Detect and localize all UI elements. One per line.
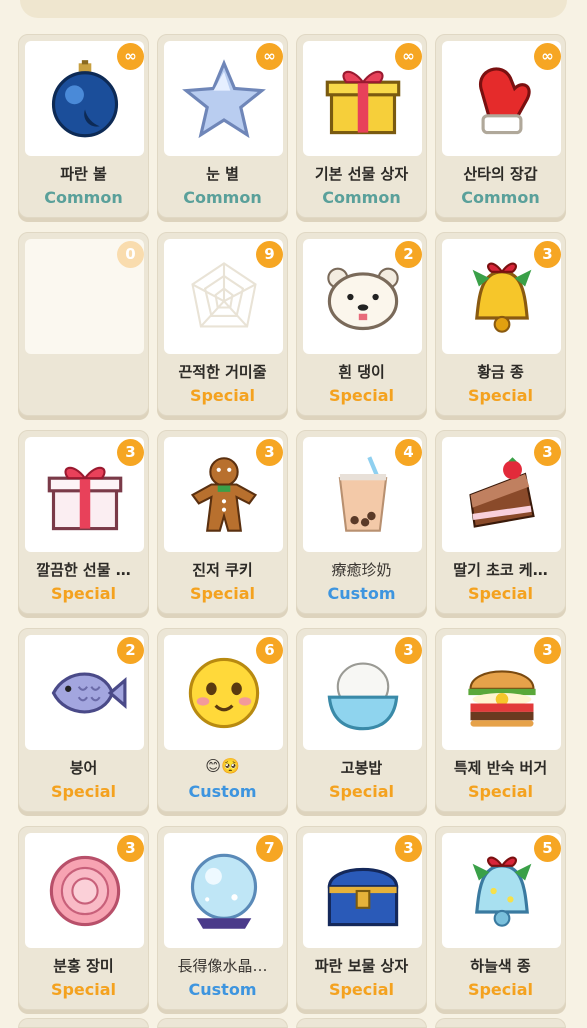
count-badge: ∞ xyxy=(395,43,422,70)
item-name: 붕어 xyxy=(69,759,98,777)
peek-card xyxy=(435,1018,566,1028)
rarity-label: Special xyxy=(467,782,534,801)
item-card[interactable]: 4 療癒珍奶 Custom xyxy=(296,430,427,614)
count-badge: 3 xyxy=(117,835,144,862)
item-name: 깔끔한 선물 … xyxy=(36,561,131,579)
item-card[interactable]: 3 분홍 장미 Special xyxy=(18,826,149,1010)
rarity-label: Special xyxy=(467,980,534,999)
item-name: 진저 쿠키 xyxy=(192,561,253,579)
rarity-label: Special xyxy=(189,584,256,603)
rarity-label: Special xyxy=(50,782,117,801)
rarity-label: Special xyxy=(50,584,117,603)
item-card[interactable]: ∞ 기본 선물 상자 Common xyxy=(296,34,427,218)
item-card[interactable]: ∞ 눈 별 Common xyxy=(157,34,288,218)
item-name: 療癒珍奶 xyxy=(331,561,392,579)
item-card[interactable]: 3 특제 반숙 버거 Special xyxy=(435,628,566,812)
item-name: 😊🥺 xyxy=(205,757,240,775)
count-badge: 3 xyxy=(395,835,422,862)
item-card[interactable]: 2 흰 댕이 Special xyxy=(296,232,427,416)
item-name: 하늘색 종 xyxy=(470,957,531,975)
item-card[interactable]: 3 깔끔한 선물 … Special xyxy=(18,430,149,614)
count-badge: 4 xyxy=(395,439,422,466)
item-card[interactable]: 2 붕어 Special xyxy=(18,628,149,812)
rarity-label: Custom xyxy=(188,782,257,801)
rarity-label: Common xyxy=(461,188,540,207)
count-badge: 3 xyxy=(534,637,561,664)
count-badge: ∞ xyxy=(256,43,283,70)
item-card[interactable]: 3 진저 쿠키 Special xyxy=(157,430,288,614)
top-panel xyxy=(20,0,567,18)
count-badge: 3 xyxy=(534,241,561,268)
item-name: 눈 별 xyxy=(206,165,239,183)
count-badge: 3 xyxy=(534,439,561,466)
item-name: 長得像水晶… xyxy=(177,957,268,975)
item-card[interactable]: 7 長得像水晶… Custom xyxy=(157,826,288,1010)
count-badge: 9 xyxy=(256,241,283,268)
count-badge: 2 xyxy=(117,637,144,664)
count-badge: 3 xyxy=(256,439,283,466)
rarity-label: Special xyxy=(467,584,534,603)
count-badge: 5 xyxy=(534,835,561,862)
rarity-label: Custom xyxy=(327,584,396,603)
count-badge: 6 xyxy=(256,637,283,664)
peek-card xyxy=(157,1018,288,1028)
item-card[interactable]: 3 딸기 초코 케… Special xyxy=(435,430,566,614)
count-badge: 7 xyxy=(256,835,283,862)
item-name: 고봉밥 xyxy=(340,759,383,777)
item-card[interactable]: 9 끈적한 거미줄 Special xyxy=(157,232,288,416)
peek-card xyxy=(296,1018,427,1028)
inventory-grid: ∞ 파란 볼 Common ∞ 눈 별 Common ∞ 기본 선물 상자 Common ∞ 산타의… xyxy=(18,34,570,1010)
count-badge: 2 xyxy=(395,241,422,268)
count-badge: 3 xyxy=(395,637,422,664)
rarity-label: Special xyxy=(328,386,395,405)
item-card[interactable]: ∞ 파란 볼 Common xyxy=(18,34,149,218)
item-name: 파란 보물 상자 xyxy=(314,957,409,975)
item-card[interactable]: 3 고봉밥 Special xyxy=(296,628,427,812)
rarity-label: Special xyxy=(328,782,395,801)
rarity-label: Common xyxy=(44,188,123,207)
item-card[interactable]: 3 황금 종 Special xyxy=(435,232,566,416)
item-name: 딸기 초코 케… xyxy=(453,561,548,579)
item-name: 기본 선물 상자 xyxy=(314,165,409,183)
rarity-label: Common xyxy=(183,188,262,207)
item-name: 흰 댕이 xyxy=(338,363,385,381)
rarity-label: Special xyxy=(189,386,256,405)
next-row-peek xyxy=(18,1018,570,1028)
rarity-label: Special xyxy=(328,980,395,999)
item-card[interactable]: 6 😊🥺 Custom xyxy=(157,628,288,812)
item-card[interactable]: 0 xyxy=(18,232,149,416)
item-name: 황금 종 xyxy=(477,363,524,381)
count-badge: 3 xyxy=(117,439,144,466)
item-name: 산타의 장갑 xyxy=(463,165,538,183)
item-name: 특제 반숙 버거 xyxy=(453,759,548,777)
rarity-label: Special xyxy=(467,386,534,405)
count-badge: ∞ xyxy=(534,43,561,70)
item-card[interactable]: ∞ 산타의 장갑 Common xyxy=(435,34,566,218)
item-card[interactable]: 5 하늘색 종 Special xyxy=(435,826,566,1010)
rarity-label: Custom xyxy=(188,980,257,999)
rarity-label: Special xyxy=(50,980,117,999)
peek-card xyxy=(18,1018,149,1028)
rarity-label: Common xyxy=(322,188,401,207)
count-badge: ∞ xyxy=(117,43,144,70)
item-name: 끈적한 거미줄 xyxy=(178,363,267,381)
item-name: 파란 볼 xyxy=(60,165,107,183)
count-badge: 0 xyxy=(117,241,144,268)
item-card[interactable]: 3 파란 보물 상자 Special xyxy=(296,826,427,1010)
item-name: 분홍 장미 xyxy=(53,957,114,975)
